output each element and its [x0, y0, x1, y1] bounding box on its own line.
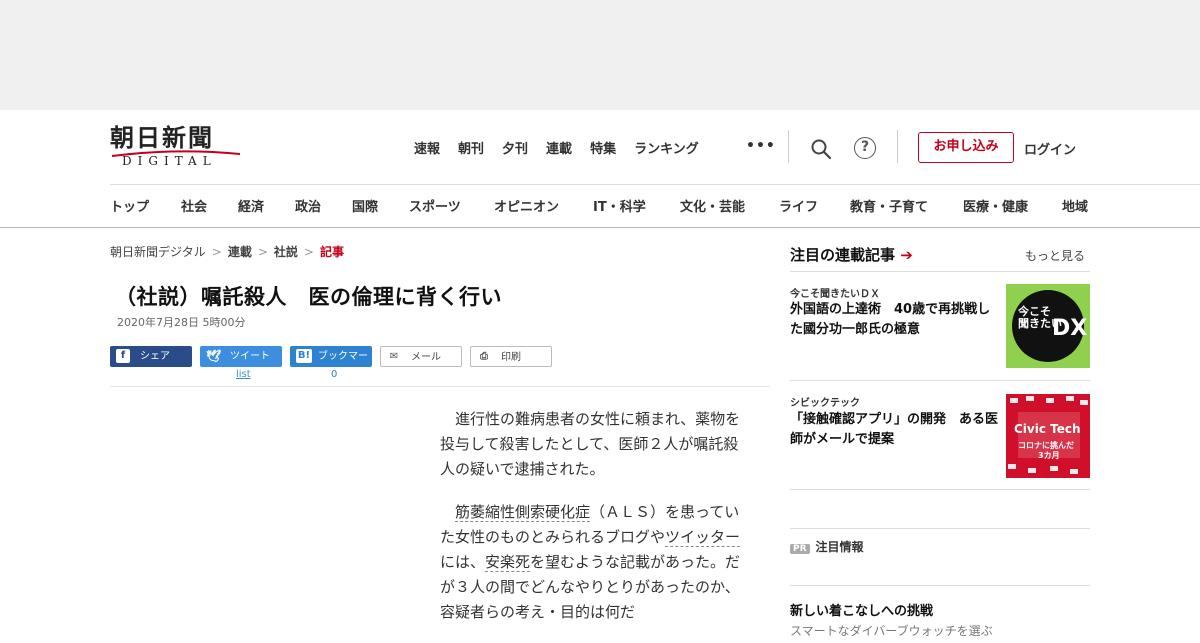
- keyword-link[interactable]: ツイッター: [665, 528, 741, 547]
- catnav-item-sports[interactable]: スポーツ: [409, 196, 494, 215]
- more-menu-icon[interactable]: •••: [746, 138, 776, 154]
- hatena-bookmark-icon: B!: [296, 349, 312, 363]
- pr-badge: PR: [790, 544, 810, 554]
- print-label: 印刷: [501, 352, 521, 363]
- article-title: （社説）嘱託殺人 医の倫理に背く行い: [115, 285, 502, 309]
- sidebar-item-category[interactable]: 今こそ聞きたいＤＸ: [790, 285, 880, 300]
- site-logo[interactable]: 朝日新聞 DIGITAL: [110, 124, 242, 170]
- help-icon[interactable]: ?: [854, 137, 876, 159]
- catnav-item-international[interactable]: 国際: [352, 196, 409, 215]
- breadcrumb: 朝日新聞デジタル > 連載 > 社説 > 記事: [110, 243, 344, 260]
- topnav-item-yuukan[interactable]: 夕刊: [502, 138, 528, 157]
- print-button[interactable]: ⎙ 印刷: [470, 346, 552, 367]
- catnav-item-economy[interactable]: 経済: [238, 196, 295, 215]
- sidebar-heading[interactable]: 注目の連載記事 ➔: [790, 244, 913, 265]
- mail-icon: ✉: [389, 351, 399, 362]
- top-nav: 速報 朝刊 夕刊 連載 特集 ランキング: [414, 138, 717, 157]
- twitter-count-link[interactable]: list: [236, 369, 251, 380]
- topnav-item-ranking[interactable]: ランキング: [634, 138, 699, 157]
- share-facebook-label: シェア: [140, 351, 170, 362]
- topnav-item-choukan[interactable]: 朝刊: [458, 138, 484, 157]
- sidebar-item-thumbnail[interactable]: 今こそ 聞きたい DX: [1006, 284, 1090, 368]
- sidebar-rule: [790, 489, 1090, 490]
- article-paragraph: 進行性の難病患者の女性に頼まれ、薬物を投与して殺害したとして、医師２人が嘱託殺人…: [440, 410, 741, 478]
- sidebar-more-link[interactable]: もっと見る: [1025, 247, 1085, 264]
- catnav-item-culture[interactable]: 文化・芸能: [680, 196, 779, 215]
- pr-item-title[interactable]: 新しい着こなしへの挑戦: [790, 600, 933, 619]
- login-link[interactable]: ログイン: [1024, 139, 1076, 158]
- article-text: には、: [440, 553, 486, 571]
- sidebar-heading-text: 注目の連載記事: [790, 246, 896, 264]
- breadcrumb-separator: >: [257, 245, 268, 259]
- article-body: 進行性の難病患者の女性に頼まれ、薬物を投与して殺害したとして、医師２人が嘱託殺人…: [440, 407, 750, 643]
- sidebar-item-thumbnail[interactable]: Civic Tech コロナに挑んだ 3カ月: [1006, 394, 1090, 478]
- breadcrumb-separator: >: [303, 245, 314, 259]
- share-mail-button[interactable]: ✉ メール: [380, 346, 462, 367]
- breadcrumb-item-home[interactable]: 朝日新聞デジタル: [110, 245, 206, 259]
- catnav-item-health[interactable]: 医療・健康: [963, 196, 1062, 215]
- article-date: 2020年7月28日 5時00分: [117, 316, 246, 329]
- share-facebook-button[interactable]: f シェア: [110, 346, 192, 367]
- catnav-item-region[interactable]: 地域: [1062, 196, 1102, 215]
- subscribe-button[interactable]: お申し込み: [918, 132, 1014, 163]
- share-twitter-label: ツイート: [230, 351, 270, 362]
- catnav-item-top[interactable]: トップ: [110, 196, 181, 215]
- sidebar-item-title[interactable]: 「接触確認アプリ」の開発 ある医師がメールで提案: [790, 410, 1002, 450]
- search-icon[interactable]: [810, 138, 832, 160]
- sidebar-rule: [790, 380, 1090, 381]
- keyword-link[interactable]: 安楽死: [485, 553, 531, 572]
- catnav-item-education[interactable]: 教育・子育て: [850, 196, 963, 215]
- article-rule: [110, 386, 770, 387]
- hatena-count: 0: [331, 369, 338, 380]
- arrow-right-icon: ➔: [900, 246, 913, 264]
- topnav-item-sokuho[interactable]: 速報: [414, 138, 440, 157]
- pr-item-subtitle[interactable]: スマートなダイバーブウォッチを選ぶ: [790, 622, 993, 639]
- header-divider: [897, 130, 898, 163]
- logo-text-en: DIGITAL: [122, 154, 217, 168]
- breadcrumb-item-current: 記事: [319, 245, 344, 259]
- pr-section-header: PR 注目情報: [790, 538, 864, 555]
- twitter-bird-icon: 🕊: [206, 349, 222, 363]
- article-paragraph: 筋萎縮性側索硬化症（ＡＬＳ）を患っていた女性のものとみられるブログやツイッターに…: [440, 500, 750, 625]
- breadcrumb-item-shasetsu[interactable]: 社説: [274, 245, 298, 259]
- print-icon: ⎙: [480, 351, 488, 362]
- catnav-item-opinion[interactable]: オピニオン: [494, 196, 593, 215]
- share-mail-label: メール: [411, 352, 441, 363]
- catnav-item-life[interactable]: ライフ: [779, 196, 850, 215]
- sidebar-rule: [790, 528, 1090, 529]
- facebook-icon: f: [116, 349, 130, 363]
- civictech-thumbnail-sub2: 3カ月: [1038, 451, 1060, 460]
- header-rule: [110, 184, 1200, 185]
- keyword-link[interactable]: 筋萎縮性側索硬化症: [455, 503, 591, 522]
- sidebar-rule: [790, 585, 1090, 586]
- share-hatena-button[interactable]: B! ブックマーク: [290, 346, 372, 383]
- topnav-item-tokushu[interactable]: 特集: [590, 138, 616, 157]
- catnav-item-it-science[interactable]: IT・科学: [593, 196, 680, 215]
- breadcrumb-separator: >: [211, 245, 222, 259]
- civictech-thumbnail-title: Civic Tech: [1014, 422, 1081, 436]
- catnav-item-society[interactable]: 社会: [181, 196, 238, 215]
- sidebar-rule: [790, 271, 1090, 272]
- category-nav: トップ 社会 経済 政治 国際 スポーツ オピニオン IT・科学 文化・芸能 ラ…: [110, 196, 1102, 215]
- breadcrumb-item-rensai[interactable]: 連載: [228, 245, 252, 259]
- dx-thumbnail-label: DX: [1052, 316, 1088, 341]
- header-divider: [788, 130, 789, 163]
- pr-section-label: 注目情報: [815, 540, 864, 554]
- civictech-thumbnail-graphic: [1006, 394, 1090, 478]
- share-twitter-button[interactable]: 🕊 ツイート: [200, 346, 282, 367]
- catnav-item-politics[interactable]: 政治: [295, 196, 352, 215]
- ad-banner-area: [0, 0, 1200, 110]
- sidebar-item-title[interactable]: 外国語の上達術 40歳で再挑戦した國分功一郎氏の極意: [790, 300, 1002, 340]
- sidebar-item-category[interactable]: シビックテック: [790, 394, 860, 409]
- topnav-item-rensai[interactable]: 連載: [546, 138, 572, 157]
- site-header: 朝日新聞 DIGITAL 速報 朝刊 夕刊 連載 特集 ランキング ••• ? …: [0, 110, 1200, 228]
